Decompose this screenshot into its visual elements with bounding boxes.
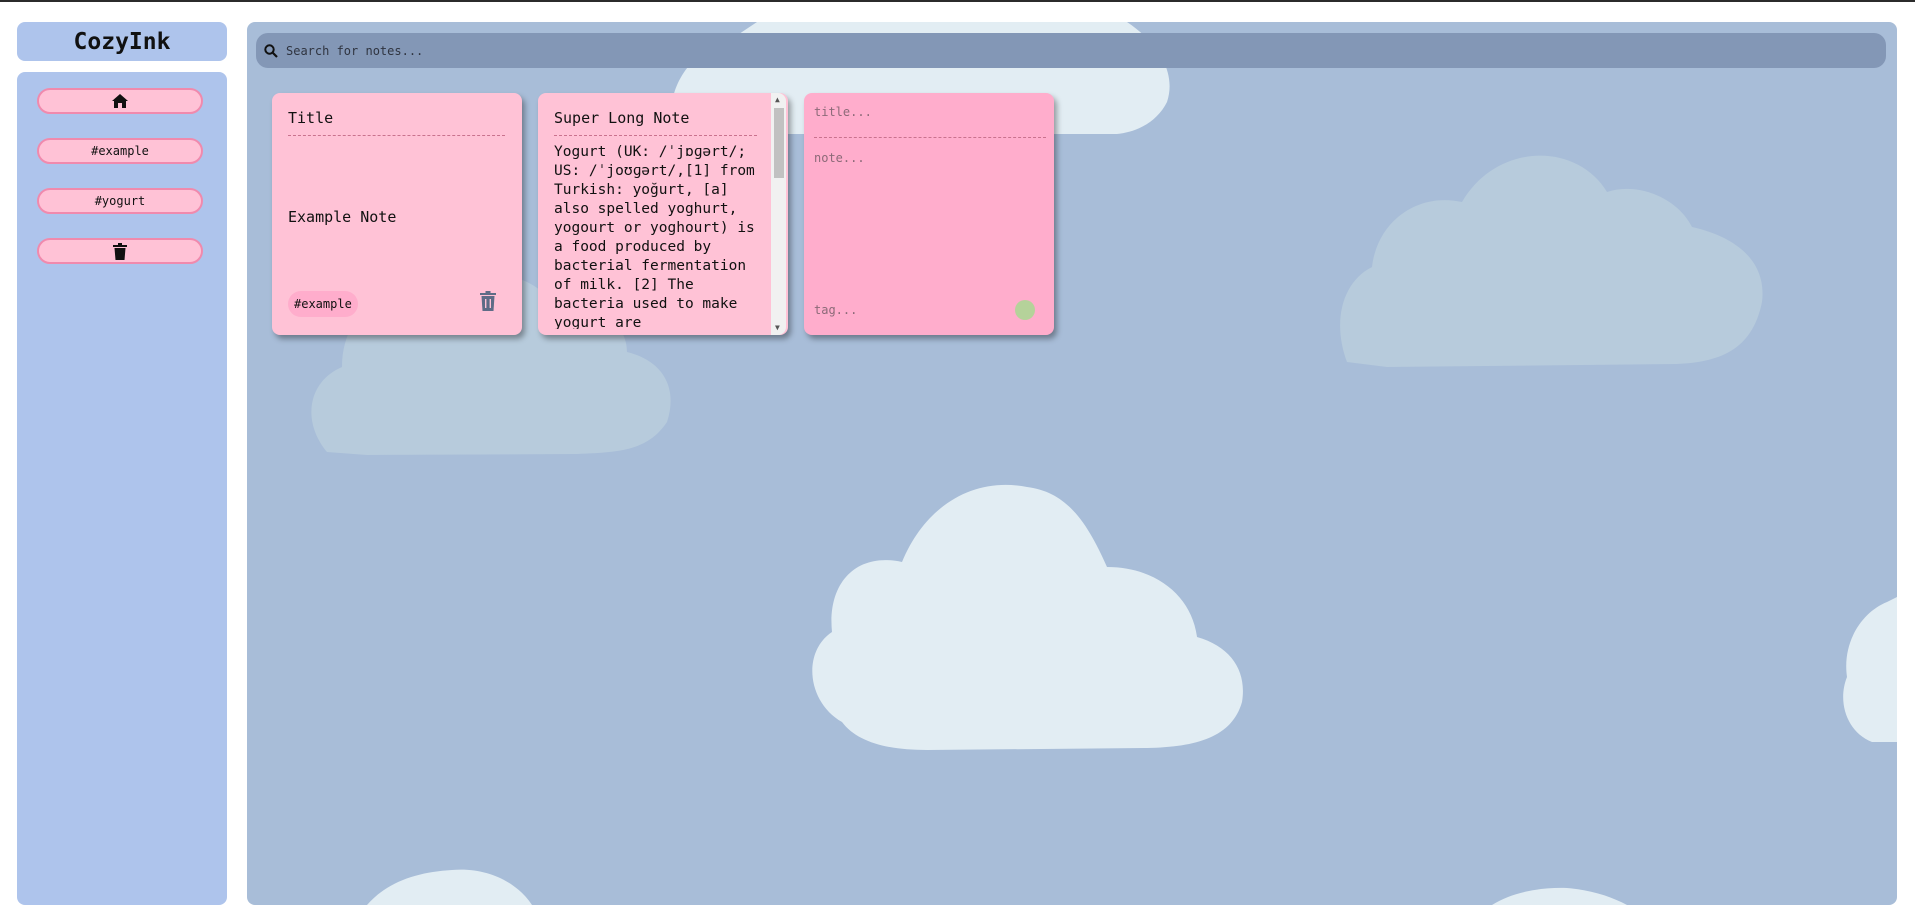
add-note-button[interactable] (1015, 300, 1035, 320)
note-title[interactable]: Super Long Note (554, 109, 757, 136)
note-scrollbar[interactable]: ▲ ▼ (771, 93, 786, 335)
note-title[interactable]: Title (288, 109, 505, 136)
new-note-body-input[interactable]: note... (814, 151, 865, 165)
scroll-thumb[interactable] (774, 108, 784, 178)
search-input[interactable] (284, 42, 1868, 59)
app-title: CozyInk (17, 22, 227, 61)
scroll-up-arrow-icon[interactable]: ▲ (775, 95, 780, 104)
home-button[interactable] (37, 88, 203, 114)
trash-icon (480, 291, 496, 311)
window-top-border (0, 0, 1915, 2)
note-body[interactable]: Yogurt (UK: /ˈjɒɡərt/; US: /ˈjoʊɡərt/,[1… (554, 143, 758, 329)
note-card[interactable]: Title Example Note #example (272, 93, 522, 335)
new-note-tag-input[interactable]: tag... (814, 303, 857, 317)
home-icon (112, 94, 128, 108)
scroll-down-arrow-icon[interactable]: ▼ (775, 323, 780, 332)
note-card[interactable]: Super Long Note Yogurt (UK: /ˈjɒɡərt/; U… (538, 93, 788, 335)
sidebar-item-yogurt[interactable]: #yogurt (37, 188, 203, 214)
search-icon (264, 43, 278, 58)
notes-board: Title Example Note #example Super Long N… (247, 22, 1897, 905)
trash-icon (113, 242, 127, 260)
sidebar: #example #yogurt (17, 72, 227, 905)
sidebar-item-example[interactable]: #example (37, 138, 203, 164)
delete-note-button[interactable] (480, 291, 496, 315)
new-note-title-input[interactable]: title... (814, 105, 872, 119)
note-tag[interactable]: #example (288, 291, 358, 317)
trash-button[interactable] (37, 238, 203, 264)
note-body[interactable]: Example Note (288, 208, 396, 226)
title-divider (814, 137, 1046, 138)
search-bar[interactable] (256, 33, 1886, 68)
new-note-form[interactable]: title... note... tag... (804, 93, 1054, 335)
